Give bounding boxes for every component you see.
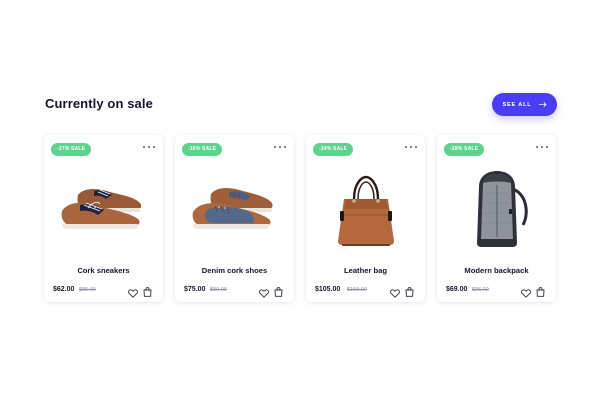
backpack-image <box>447 159 546 255</box>
sale-badge: -28% SALE <box>444 143 485 156</box>
product-old-price: $89.00 <box>210 287 227 293</box>
arrow-right-icon <box>538 102 547 107</box>
heart-icon[interactable] <box>128 285 138 298</box>
product-old-price: $159.00 <box>347 287 367 293</box>
product-price: $75.00 <box>184 286 206 293</box>
heart-icon[interactable] <box>390 285 400 298</box>
product-name[interactable]: Leather bag <box>306 266 425 275</box>
shopping-bag-icon[interactable] <box>274 284 283 297</box>
heart-icon[interactable] <box>259 285 269 298</box>
product-card[interactable]: -34% SALE Leather bag $105.00 $159.00 <box>306 135 425 302</box>
see-all-button[interactable]: SEE ALL <box>492 93 557 116</box>
sale-badge: -16% SALE <box>182 143 223 156</box>
shopping-bag-icon[interactable] <box>143 284 152 297</box>
sale-badge: -34% SALE <box>313 143 354 156</box>
more-options-icon[interactable] <box>536 144 548 150</box>
shoe-image <box>185 159 284 255</box>
product-name[interactable]: Modern backpack <box>437 266 556 275</box>
product-name[interactable]: Denim cork shoes <box>175 266 294 275</box>
shopping-bag-icon[interactable] <box>536 284 545 297</box>
more-options-icon[interactable] <box>143 144 155 150</box>
more-options-icon[interactable] <box>274 144 286 150</box>
product-card[interactable]: -16% SALE Denim cork shoes $75.00 $89.00 <box>175 135 294 302</box>
product-old-price: $85.00 <box>79 287 96 293</box>
handbag-image <box>316 159 415 255</box>
product-price: $69.00 <box>446 286 468 293</box>
shopping-bag-icon[interactable] <box>405 284 414 297</box>
product-old-price: $96.00 <box>472 287 489 293</box>
shoe-image <box>54 159 153 255</box>
product-list: -27% SALE Cork sneakers $62.00 $85.00 -1… <box>44 135 556 302</box>
product-name[interactable]: Cork sneakers <box>44 266 163 275</box>
product-price: $105.00 <box>315 286 341 293</box>
more-options-icon[interactable] <box>405 144 417 150</box>
see-all-label: SEE ALL <box>502 101 532 108</box>
sale-badge: -27% SALE <box>51 143 92 156</box>
product-card[interactable]: -27% SALE Cork sneakers $62.00 $85.00 <box>44 135 163 302</box>
section-title: Currently on sale <box>45 96 153 111</box>
heart-icon[interactable] <box>521 285 531 298</box>
product-price: $62.00 <box>53 286 75 293</box>
product-card[interactable]: -28% SALE Modern backpack $69.00 $96.00 <box>437 135 556 302</box>
